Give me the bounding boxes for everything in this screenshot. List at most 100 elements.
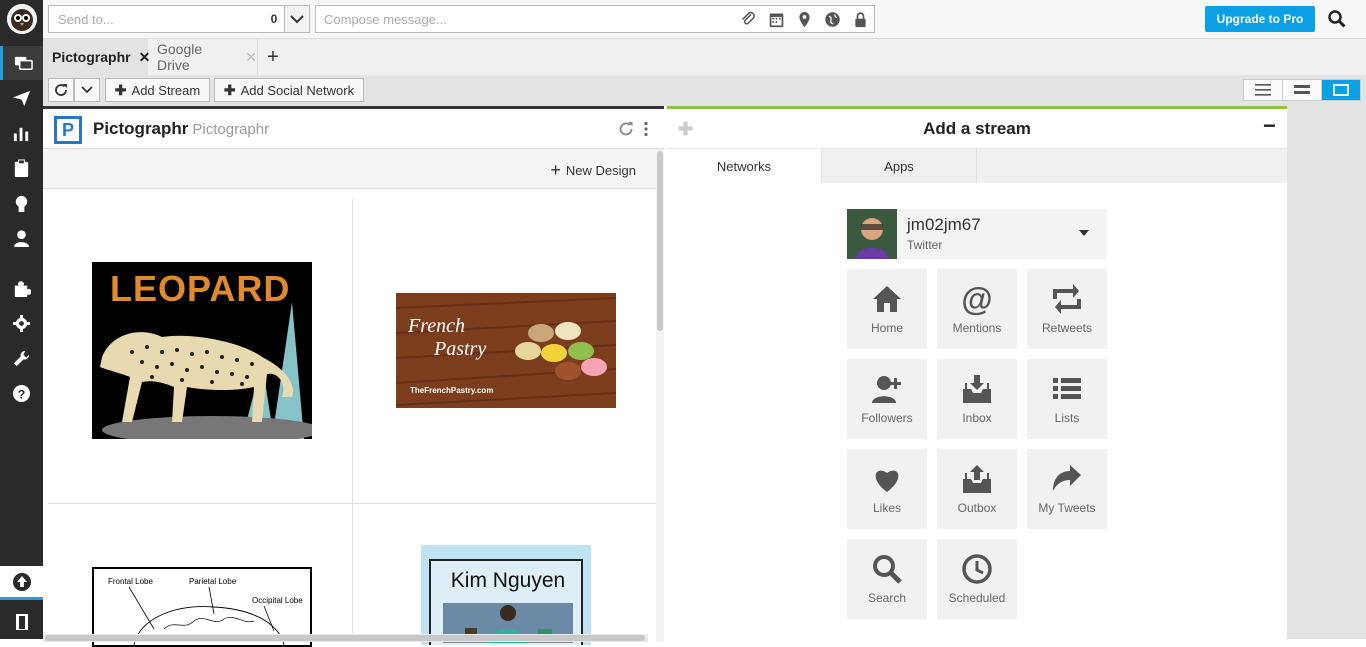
stream-button-label: Mentions bbox=[952, 321, 1002, 335]
stream-mentions-button[interactable]: @ Mentions bbox=[937, 269, 1017, 349]
compact-view-button[interactable] bbox=[1283, 80, 1322, 100]
upgrade-arrow-icon[interactable] bbox=[0, 566, 43, 600]
app-directory-nav-icon[interactable] bbox=[0, 271, 43, 305]
stream-my-tweets-button[interactable]: My Tweets bbox=[1027, 449, 1107, 529]
pictographr-logo-icon: P bbox=[54, 116, 82, 144]
list-view-icon bbox=[1255, 84, 1271, 96]
pastry-title: French Pastry bbox=[408, 315, 486, 361]
card-view-button[interactable] bbox=[1322, 80, 1360, 100]
stream-search-button[interactable]: Search bbox=[847, 539, 927, 619]
stream-button-label: Outbox bbox=[957, 501, 997, 515]
attachment-icon[interactable] bbox=[734, 6, 762, 32]
stream-subtitle: Pictographr bbox=[192, 121, 270, 138]
add-stream-pane: ✚ Add a stream − Networks Apps jm02jm67 … bbox=[667, 106, 1287, 639]
streams-nav-icon[interactable] bbox=[0, 46, 43, 80]
stream-button-label: Likes bbox=[872, 501, 901, 515]
stream-title-text: Pictographr bbox=[93, 119, 189, 138]
tools-wrench-icon[interactable] bbox=[0, 341, 43, 375]
stream-lists-button[interactable]: Lists bbox=[1027, 359, 1107, 439]
clock-icon bbox=[962, 554, 992, 584]
kim-nguyen-design-thumbnail[interactable]: Kim Nguyen bbox=[421, 545, 591, 645]
grid-divider bbox=[48, 503, 656, 504]
stream-button-label: Home bbox=[870, 321, 903, 335]
compose-message-field[interactable]: Compose message... bbox=[315, 5, 875, 33]
new-design-button[interactable]: + New Design bbox=[550, 160, 636, 181]
analytics-nav-icon[interactable] bbox=[0, 116, 43, 150]
add-stream-tabs: Networks Apps bbox=[667, 149, 1287, 183]
pastry-title-line2: Pastry bbox=[434, 338, 487, 360]
location-pin-icon[interactable] bbox=[790, 6, 818, 32]
pastry-site: TheFrenchPastry.com bbox=[410, 386, 494, 395]
new-design-label: New Design bbox=[565, 163, 636, 178]
stream-button-label: Lists bbox=[1054, 411, 1080, 425]
stream-button-label: Scheduled bbox=[948, 591, 1006, 605]
pictographr-stream: P Pictographr Pictographr + New Design L… bbox=[43, 106, 664, 647]
refresh-options-dropdown[interactable] bbox=[74, 78, 100, 102]
send-to-field[interactable]: Send to... 0 bbox=[48, 5, 310, 33]
compose-placeholder[interactable]: Compose message... bbox=[316, 12, 734, 27]
tab-label: Google Drive bbox=[157, 41, 203, 73]
list-view-button[interactable] bbox=[1244, 80, 1283, 100]
send-to-placeholder[interactable]: Send to... bbox=[49, 12, 264, 27]
card-view-icon bbox=[1333, 84, 1349, 96]
scrollbar-thumb[interactable] bbox=[657, 151, 663, 331]
refresh-icon[interactable] bbox=[618, 121, 634, 137]
svg-text:?: ? bbox=[18, 387, 26, 401]
more-options-icon[interactable] bbox=[641, 121, 651, 137]
chevron-down-icon bbox=[81, 86, 93, 94]
scrollbar-thumb[interactable] bbox=[45, 635, 645, 641]
globe-icon[interactable] bbox=[818, 6, 846, 32]
search-icon[interactable] bbox=[1326, 8, 1348, 30]
publisher-nav-icon[interactable] bbox=[0, 81, 43, 115]
home-icon bbox=[873, 286, 901, 312]
add-tab-button[interactable]: + bbox=[261, 39, 285, 75]
add-social-network-button[interactable]: ✚ Add Social Network bbox=[214, 78, 364, 102]
vertical-scrollbar[interactable] bbox=[656, 149, 664, 642]
upgrade-to-pro-button[interactable]: Upgrade to Pro bbox=[1205, 6, 1315, 32]
empty-workspace-area bbox=[1287, 106, 1366, 639]
assignments-nav-icon[interactable] bbox=[0, 151, 43, 185]
calendar-icon[interactable] bbox=[762, 6, 790, 32]
settings-gear-icon[interactable] bbox=[0, 306, 43, 340]
send-to-dropdown-button[interactable] bbox=[284, 6, 309, 32]
share-arrow-icon bbox=[1053, 465, 1081, 491]
tab-label: Pictographr bbox=[52, 49, 131, 65]
plus-icon: ✚ bbox=[223, 81, 236, 98]
logout-door-icon[interactable] bbox=[0, 604, 43, 639]
tab-google-drive[interactable]: Google Drive ✕ bbox=[148, 39, 258, 75]
tab-apps[interactable]: Apps bbox=[822, 149, 977, 183]
retweet-icon bbox=[1053, 284, 1081, 314]
stream-inbox-button[interactable]: Inbox bbox=[937, 359, 1017, 439]
horizontal-scrollbar[interactable] bbox=[43, 634, 648, 642]
help-icon[interactable]: ? bbox=[0, 376, 43, 410]
add-stream-button[interactable]: ✚ Add Stream bbox=[105, 78, 210, 102]
at-icon: @ bbox=[961, 283, 992, 315]
add-social-network-label: Add Social Network bbox=[240, 82, 355, 98]
account-selector[interactable]: jm02jm67 Twitter bbox=[847, 209, 1107, 259]
new-design-bar: + New Design bbox=[43, 149, 656, 189]
tab-networks[interactable]: Networks bbox=[667, 149, 822, 183]
stream-retweets-button[interactable]: Retweets bbox=[1027, 269, 1107, 349]
stream-button-label: Inbox bbox=[962, 411, 992, 425]
caret-down-icon[interactable] bbox=[1078, 229, 1090, 237]
stream-home-button[interactable]: Home bbox=[847, 269, 927, 349]
minimize-button[interactable]: − bbox=[1263, 113, 1276, 139]
top-bar: Send to... 0 Compose message... Upgrade … bbox=[43, 0, 1366, 39]
lock-icon[interactable] bbox=[846, 6, 874, 32]
french-pastry-design-thumbnail[interactable]: French Pastry TheFrenchPastry.com bbox=[396, 293, 616, 408]
pastry-title-line1: French bbox=[408, 315, 466, 337]
campaigns-nav-icon[interactable] bbox=[0, 186, 43, 220]
refresh-button[interactable] bbox=[48, 78, 74, 102]
compact-view-icon bbox=[1294, 85, 1310, 94]
stream-outbox-button[interactable]: Outbox bbox=[937, 449, 1017, 529]
close-tab-icon[interactable]: ✕ bbox=[245, 49, 257, 66]
account-name: jm02jm67 bbox=[907, 215, 981, 234]
contacts-nav-icon[interactable] bbox=[0, 221, 43, 255]
tab-pictographr[interactable]: Pictographr ✕ bbox=[43, 39, 150, 75]
stream-followers-button[interactable]: Followers bbox=[847, 359, 927, 439]
stream-likes-button[interactable]: Likes bbox=[847, 449, 927, 529]
leopard-design-thumbnail[interactable]: LEOPARD bbox=[92, 262, 312, 439]
add-user-icon bbox=[872, 376, 901, 403]
owl-logo-icon[interactable] bbox=[7, 4, 37, 34]
stream-scheduled-button[interactable]: Scheduled bbox=[937, 539, 1017, 619]
